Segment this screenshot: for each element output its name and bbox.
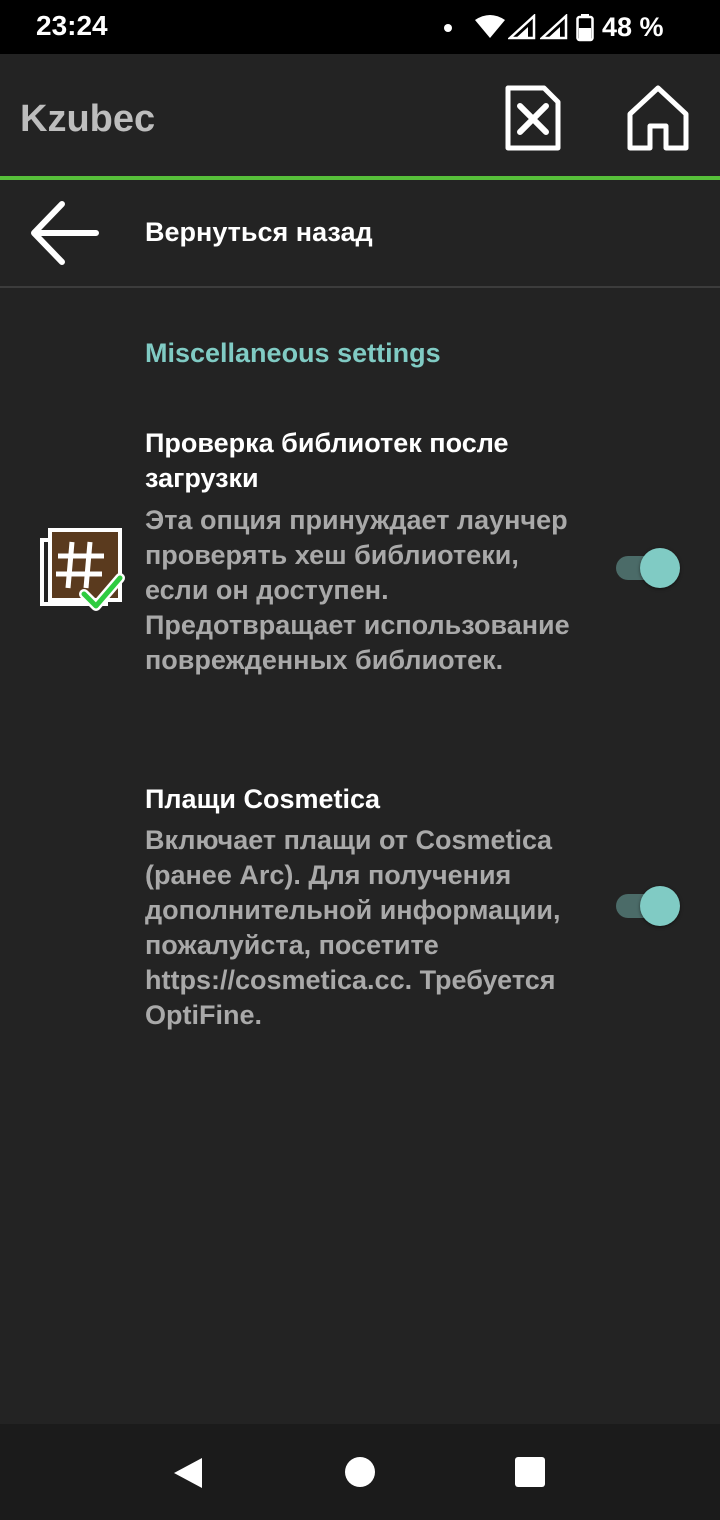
hash-check-icon xyxy=(40,528,125,611)
notification-dot-icon xyxy=(444,24,452,32)
wifi-icon xyxy=(475,15,505,38)
switch-thumb xyxy=(640,886,680,926)
setting-summary: Включает плащи от Cosmetica (ранее Arc).… xyxy=(145,825,561,1030)
section-title: Miscellaneous settings xyxy=(145,338,441,368)
divider xyxy=(0,286,720,288)
nav-home-icon[interactable] xyxy=(344,1456,376,1488)
status-bar: 23:24 48 % xyxy=(0,0,720,54)
cosmetica-capes-switch[interactable] xyxy=(614,884,684,928)
delete-button[interactable] xyxy=(504,84,562,157)
switch-thumb xyxy=(640,548,680,588)
back-label: Вернуться назад xyxy=(145,217,373,247)
setting-summary: Эта опция принуждает лаунчер проверять х… xyxy=(145,505,570,675)
home-button[interactable] xyxy=(626,84,690,157)
toolbar: Kzubec xyxy=(0,54,720,177)
setting-cosmetica-capes[interactable]: Плащи Cosmetica Включает плащи от Cosmet… xyxy=(0,780,720,1040)
delete-file-icon xyxy=(505,85,561,151)
app-title: Kzubec xyxy=(20,98,156,140)
verify-libraries-switch[interactable] xyxy=(614,546,684,590)
back-row[interactable]: Вернуться назад xyxy=(0,180,720,286)
nav-back-icon[interactable] xyxy=(172,1456,204,1490)
home-icon xyxy=(627,85,689,151)
status-time: 23:24 xyxy=(36,10,108,41)
battery-percent: 48 % xyxy=(602,12,664,42)
setting-title: Плащи Cosmetica xyxy=(145,784,381,814)
battery-icon xyxy=(576,14,594,42)
navigation-bar xyxy=(0,1424,720,1520)
arrow-left-icon xyxy=(31,201,99,265)
nav-recents-icon[interactable] xyxy=(514,1456,546,1488)
setting-verify-libraries[interactable]: Проверка библиотек после загрузки Эта оп… xyxy=(0,420,720,720)
signal-icon xyxy=(508,14,536,40)
signal-icon xyxy=(540,14,568,40)
setting-title: Проверка библиотек после загрузки xyxy=(145,428,509,493)
